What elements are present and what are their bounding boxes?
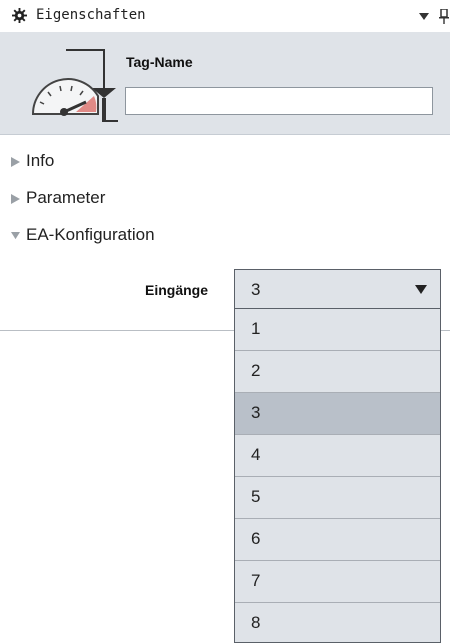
gauge-icon — [31, 49, 118, 122]
dropdown-option[interactable]: 1 — [235, 309, 440, 351]
inputs-select-value: 3 — [251, 280, 261, 299]
dropdown-option[interactable]: 8 — [235, 603, 440, 643]
properties-panel: Eigenschaften Tag-Name Info Parameter EA… — [0, 0, 450, 643]
gear-icon — [12, 8, 27, 23]
inputs-label: Eingänge — [145, 282, 209, 298]
triangle-right-icon — [11, 157, 20, 167]
section-ea-konfiguration[interactable]: EA-Konfiguration — [0, 222, 450, 250]
section-info-label: Info — [26, 151, 55, 170]
triangle-right-icon — [11, 194, 20, 204]
inputs-dropdown-list: 1 2 3 4 5 6 7 8 — [234, 309, 441, 643]
pin-icon[interactable] — [438, 9, 450, 24]
dropdown-option[interactable]: 7 — [235, 561, 440, 603]
dropdown-option[interactable]: 5 — [235, 477, 440, 519]
section-info[interactable]: Info — [0, 148, 450, 176]
dropdown-option[interactable]: 4 — [235, 435, 440, 477]
dropdown-option[interactable]: 6 — [235, 519, 440, 561]
tag-name-label: Tag-Name — [126, 54, 193, 70]
section-parameter-label: Parameter — [26, 188, 106, 207]
dropdown-option-selected[interactable]: 3 — [235, 393, 440, 435]
dropdown-option[interactable]: 2 — [235, 351, 440, 393]
panel-menu-icon[interactable] — [419, 13, 429, 20]
tag-header: Tag-Name — [0, 32, 450, 135]
tag-name-input[interactable] — [125, 87, 433, 115]
panel-titlebar: Eigenschaften — [0, 0, 450, 32]
chevron-down-icon — [415, 285, 427, 294]
panel-title: Eigenschaften — [36, 7, 146, 23]
section-parameter[interactable]: Parameter — [0, 185, 450, 213]
triangle-down-icon — [11, 231, 20, 240]
inputs-select[interactable]: 3 — [234, 269, 441, 309]
section-ea-konfiguration-label: EA-Konfiguration — [26, 225, 155, 244]
